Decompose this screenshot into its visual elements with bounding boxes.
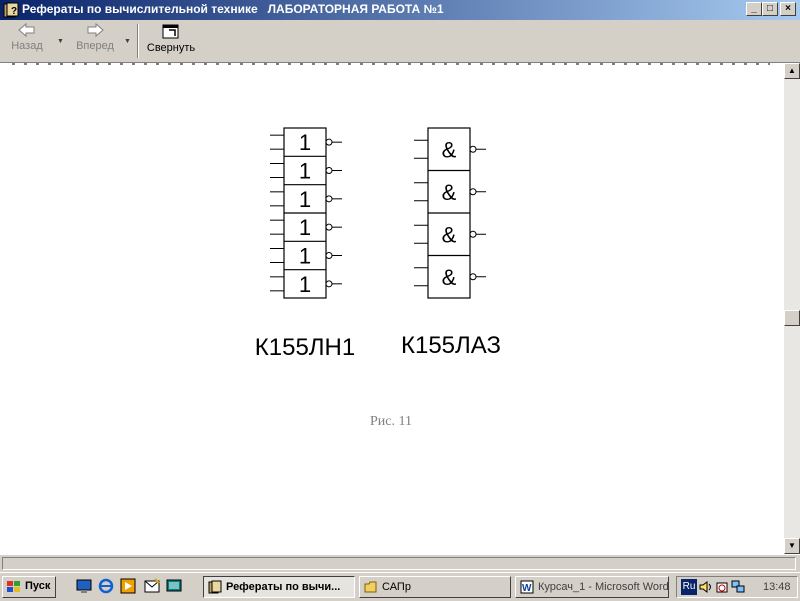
- scroll-thumb[interactable]: [784, 310, 800, 326]
- toolbar: Назад ▼ Вперед ▼ Свернуть: [0, 20, 800, 63]
- task-label: Курсач_1 - Microsoft Word: [538, 581, 669, 593]
- forward-button[interactable]: Вперед: [70, 22, 120, 60]
- chip-k155ln1: 1 1 1 1 1 1: [270, 127, 342, 299]
- document-content: 1 1 1 1 1 1 & & & & К155ЛН1 К155ЛАЗ Рис. 11: [0, 63, 784, 554]
- nand-gate-symbol: &: [442, 222, 457, 247]
- clock: 13:48: [763, 581, 791, 593]
- language-indicator[interactable]: Ru: [681, 579, 697, 595]
- desktop-shortcut-icon[interactable]: [166, 578, 182, 594]
- scroll-down-button[interactable]: ▼: [784, 538, 800, 554]
- svg-text:W: W: [522, 583, 532, 594]
- word-icon: W: [520, 580, 534, 594]
- task-label: Рефераты по вычи...: [226, 581, 341, 593]
- figure-diagram: 1 1 1 1 1 1 & & & & К155ЛН1 К155ЛАЗ Рис. 11: [12, 63, 770, 429]
- window-title: Рефераты по вычислительной технике ЛАБОР…: [22, 2, 444, 16]
- task-sapr-folder[interactable]: САПр: [359, 576, 511, 598]
- system-tray: Ru 13:48: [676, 576, 798, 598]
- toolbar-separator: [137, 24, 139, 58]
- inverter-inversion-bubble: [325, 195, 333, 203]
- forward-label: Вперед: [76, 40, 114, 52]
- nand-gate-symbol: &: [442, 137, 457, 162]
- nand-inversion-bubble: [469, 188, 477, 196]
- inverter-gate-symbol: 1: [299, 215, 311, 240]
- title-bar: ? Рефераты по вычислительной технике ЛАБ…: [0, 0, 800, 20]
- vertical-scrollbar[interactable]: ▲ ▼: [784, 63, 800, 554]
- windows-logo-icon: [7, 581, 20, 592]
- start-button[interactable]: Пуск: [2, 576, 56, 598]
- maximize-button[interactable]: □: [762, 2, 778, 16]
- back-button[interactable]: Назад: [4, 22, 50, 60]
- chip1-label: К155ЛН1: [255, 334, 355, 361]
- inverter-inversion-bubble: [325, 167, 333, 174]
- task-label: САПр: [382, 581, 411, 593]
- figure-caption: Рис. 11: [370, 414, 412, 429]
- inverter-gate-symbol: 1: [299, 187, 311, 212]
- scheduler-icon[interactable]: [715, 580, 729, 594]
- volume-icon[interactable]: [699, 580, 713, 594]
- scroll-up-button[interactable]: ▲: [784, 63, 800, 79]
- status-pane: [2, 557, 796, 570]
- svg-text:?: ?: [11, 6, 17, 17]
- inverter-inversion-bubble: [325, 280, 333, 288]
- media-player-icon[interactable]: [120, 578, 136, 594]
- back-dropdown-icon[interactable]: ▼: [57, 38, 64, 45]
- folder-icon: [364, 581, 377, 593]
- task-reports-viewer[interactable]: Рефераты по вычи...: [203, 576, 355, 598]
- internet-explorer-icon[interactable]: [98, 578, 114, 594]
- chip-k155la3: & & & &: [414, 127, 486, 299]
- collapse-window-icon: [162, 24, 179, 39]
- status-bar: [0, 554, 800, 573]
- nand-gate-symbol: &: [442, 265, 457, 290]
- network-icon[interactable]: [731, 580, 745, 594]
- collapse-button[interactable]: Свернуть: [144, 22, 198, 60]
- nand-inversion-bubble: [469, 230, 477, 238]
- inverter-gate-symbol: 1: [299, 244, 311, 269]
- app-icon: ?: [3, 2, 19, 18]
- inverter-gate-symbol: 1: [299, 130, 311, 155]
- back-arrow-icon: [18, 22, 35, 38]
- chip2-label: К155ЛАЗ: [401, 332, 501, 359]
- forward-arrow-icon: [87, 22, 104, 38]
- start-label: Пуск: [25, 580, 51, 592]
- back-label: Назад: [11, 40, 43, 52]
- inverter-gate-symbol: 1: [299, 272, 311, 297]
- task-word-document[interactable]: W Курсач_1 - Microsoft Word: [515, 576, 669, 598]
- inverter-inversion-bubble: [325, 252, 333, 259]
- minimize-button[interactable]: _: [746, 2, 762, 16]
- nand-inversion-bubble: [469, 273, 477, 281]
- show-desktop-icon[interactable]: [76, 578, 92, 594]
- nand-inversion-bubble: [469, 145, 477, 153]
- outlook-express-icon[interactable]: [144, 578, 160, 594]
- inverter-gate-symbol: 1: [299, 159, 311, 184]
- nand-gate-symbol: &: [442, 180, 457, 205]
- inverter-inversion-bubble: [325, 223, 333, 231]
- help-book-icon: [208, 580, 222, 594]
- inverter-inversion-bubble: [325, 138, 333, 146]
- close-button[interactable]: ×: [780, 2, 796, 16]
- collapse-label: Свернуть: [146, 42, 196, 54]
- forward-dropdown-icon[interactable]: ▼: [124, 38, 131, 45]
- taskbar: Пуск Рефераты по вычи... САПр W Курсач_1…: [0, 572, 800, 601]
